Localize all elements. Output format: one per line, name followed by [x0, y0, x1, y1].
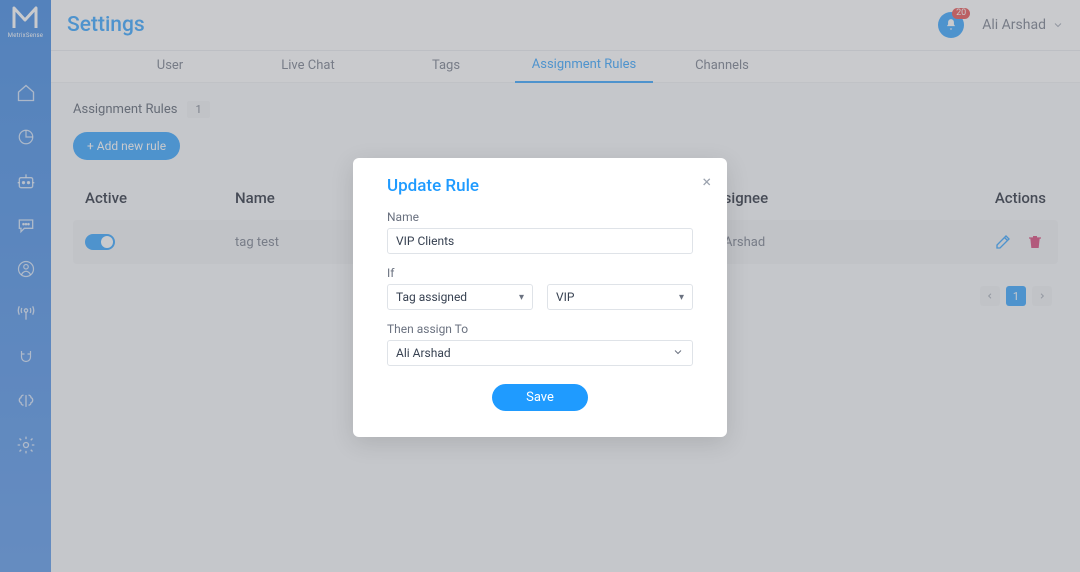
if-label: If	[387, 266, 693, 280]
modal-title: Update Rule	[387, 176, 693, 196]
condition-value-select[interactable]: VIP ▾	[547, 284, 693, 310]
name-label: Name	[387, 210, 693, 224]
update-rule-modal: × Update Rule Name If Tag assigned ▾ VIP…	[353, 158, 727, 437]
assignee-value: Ali Arshad	[396, 346, 451, 360]
condition-type-select[interactable]: Tag assigned ▾	[387, 284, 533, 310]
caret-down-icon: ▾	[519, 292, 524, 303]
condition-value: VIP	[556, 290, 574, 304]
close-icon[interactable]: ×	[702, 174, 711, 190]
chevron-down-icon	[672, 346, 684, 361]
rule-name-input[interactable]	[387, 228, 693, 254]
assignee-select[interactable]: Ali Arshad	[387, 340, 693, 366]
save-button[interactable]: Save	[492, 384, 588, 411]
condition-type-value: Tag assigned	[396, 290, 467, 304]
assign-label: Then assign To	[387, 322, 693, 336]
modal-overlay[interactable]: × Update Rule Name If Tag assigned ▾ VIP…	[0, 0, 1080, 572]
caret-down-icon: ▾	[679, 292, 684, 303]
